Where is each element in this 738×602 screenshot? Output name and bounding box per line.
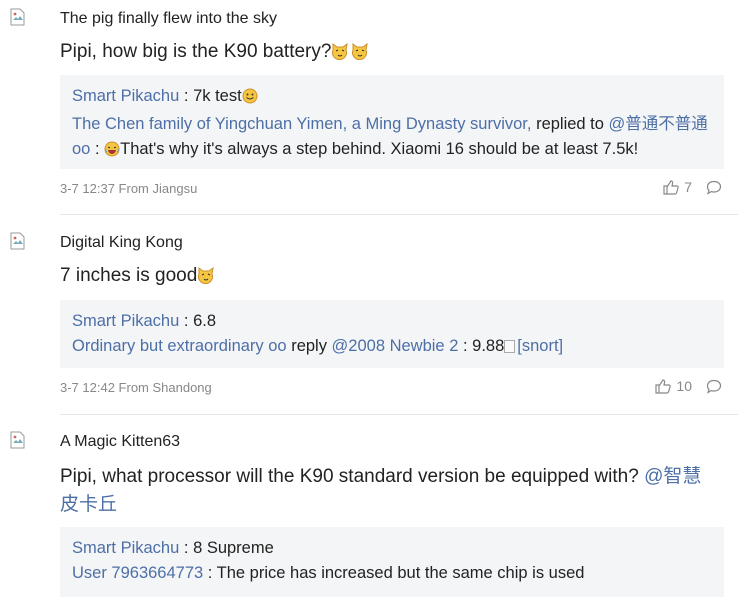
smile-emoji-icon xyxy=(242,87,258,112)
comment-meta: 3-7 12:37 From Jiangsu xyxy=(60,181,198,196)
thumbs-up-icon xyxy=(655,378,672,394)
reply-text: That's why it's always a step behind. Xi… xyxy=(120,140,639,158)
broken-image-icon xyxy=(504,340,516,353)
comment-text-content: Pipi, how big is the K90 battery? xyxy=(60,41,332,62)
reply-target-link[interactable]: @2008 Newbie 2 xyxy=(332,337,459,355)
cat-face-emoji-icon xyxy=(331,40,369,69)
like-button[interactable]: 10 xyxy=(655,378,692,394)
avatar[interactable] xyxy=(10,232,32,254)
reply-line: User 7963664773 : The price has increase… xyxy=(72,561,712,586)
like-count: 7 xyxy=(684,179,692,195)
reply-colon: : xyxy=(458,337,473,355)
comment-text: Pipi, how big is the K90 battery? xyxy=(60,38,720,69)
reply-colon: : xyxy=(90,140,105,158)
reply-line: Smart Pikachu : 6.8 xyxy=(72,309,712,334)
reply-text: 8 Supreme xyxy=(193,539,274,557)
comment-actions: 10 xyxy=(655,378,722,394)
comment-meta: 3-7 12:42 From Shandong xyxy=(60,380,212,395)
reply-author-link[interactable]: Smart Pikachu xyxy=(72,539,179,557)
comment-text: Pipi, what processor will the K90 standa… xyxy=(60,463,720,519)
cat-face-emoji-icon xyxy=(197,264,215,293)
reply-text: The price has increased but the same chi… xyxy=(216,564,585,582)
comment-username[interactable]: A Magic Kitten63 xyxy=(60,433,180,451)
thumbs-up-icon xyxy=(663,179,679,195)
divider xyxy=(60,414,738,415)
comment-text-content: 7 inches is good xyxy=(60,265,198,286)
reply-author-link[interactable]: User 7963664773 xyxy=(72,564,203,582)
laugh-emoji-icon xyxy=(104,140,120,165)
reply-author-link[interactable]: Smart Pikachu xyxy=(72,312,179,330)
comment-username[interactable]: Digital King Kong xyxy=(60,234,183,252)
reply-verb: reply xyxy=(286,337,332,355)
comment-actions: 7 xyxy=(663,179,722,195)
avatar[interactable] xyxy=(10,8,32,30)
like-button[interactable]: 7 xyxy=(663,179,692,195)
reply-colon: : xyxy=(179,87,194,105)
reply-image-alt: [snort] xyxy=(517,337,564,355)
broken-image-icon xyxy=(10,431,25,449)
reply-line: Smart Pikachu : 7k test xyxy=(72,84,712,112)
reply-line: Smart Pikachu : 8 Supreme xyxy=(72,536,712,561)
reply-text: 9.88 xyxy=(472,337,505,355)
reply-author-link[interactable]: Smart Pikachu xyxy=(72,87,179,105)
reply-text: 7k test xyxy=(193,87,242,105)
reply-author-link[interactable]: Ordinary but extraordinary oo xyxy=(72,337,287,355)
comment-text: 7 inches is good xyxy=(60,262,720,293)
reply-verb: replied to xyxy=(531,115,609,133)
reply-colon: : xyxy=(179,312,194,330)
reply-author-link[interactable]: The Chen family of Yingchuan Yimen, a Mi… xyxy=(72,115,531,133)
reply-colon: : xyxy=(203,564,217,582)
comment-text-content: Pipi, what processor will the K90 standa… xyxy=(60,466,645,487)
comment-username[interactable]: The pig finally flew into the sky xyxy=(60,10,277,28)
like-count: 10 xyxy=(676,378,692,394)
reply-line: The Chen family of Yingchuan Yimen, a Mi… xyxy=(72,112,712,165)
avatar[interactable] xyxy=(10,431,32,453)
reply-box: Smart Pikachu : 7k test The Chen family … xyxy=(60,75,724,169)
reply-box: Smart Pikachu : 6.8 Ordinary but extraor… xyxy=(60,300,724,368)
comment-bubble-icon[interactable] xyxy=(706,379,722,394)
reply-line: Ordinary but extraordinary oo reply @200… xyxy=(72,334,712,359)
comment-bubble-icon[interactable] xyxy=(706,180,722,195)
broken-image-icon xyxy=(10,232,25,250)
reply-colon: : xyxy=(179,539,194,557)
divider xyxy=(60,214,738,215)
broken-image-icon xyxy=(10,8,25,26)
reply-text: 6.8 xyxy=(193,312,216,330)
reply-box: Smart Pikachu : 8 Supreme User 796366477… xyxy=(60,527,724,597)
